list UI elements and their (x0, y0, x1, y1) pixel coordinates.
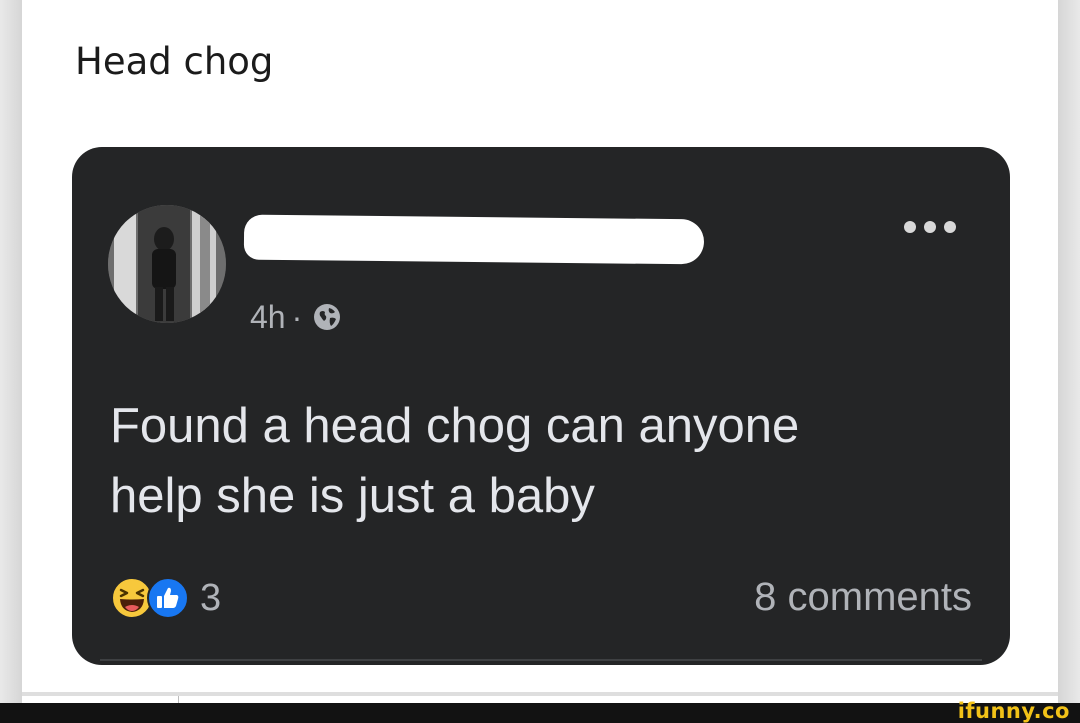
post-text: Found a head chog can anyone help she is… (110, 399, 800, 523)
avatar[interactable] (108, 205, 226, 323)
reactions-summary[interactable]: 3 (110, 575, 221, 621)
post-meta: 4h · (250, 297, 342, 337)
globe-icon (314, 304, 341, 330)
reaction-count: 3 (200, 576, 222, 619)
card-divider (100, 659, 982, 661)
more-dot-icon (904, 221, 916, 233)
more-options-button[interactable] (904, 217, 960, 237)
screenshot-frame-right (1058, 0, 1080, 703)
watermark-logo: ifunny.co (957, 699, 1070, 723)
footer-bar: ifunny.co (0, 699, 1080, 723)
page-title: Head chog (75, 40, 274, 83)
name-redaction (243, 214, 705, 265)
avatar-photo (108, 205, 226, 323)
more-dot-icon (924, 221, 936, 233)
meta-separator: · (291, 298, 303, 335)
comments-link[interactable]: 8 comments (754, 575, 972, 620)
like-icon (147, 577, 189, 619)
bottom-tick (178, 696, 179, 703)
more-dot-icon (944, 221, 956, 233)
post-card: 4h · Found a head chog can anyone help s… (72, 147, 1010, 665)
post-time[interactable]: 4h (250, 299, 286, 336)
screenshot-frame-left (0, 0, 22, 703)
